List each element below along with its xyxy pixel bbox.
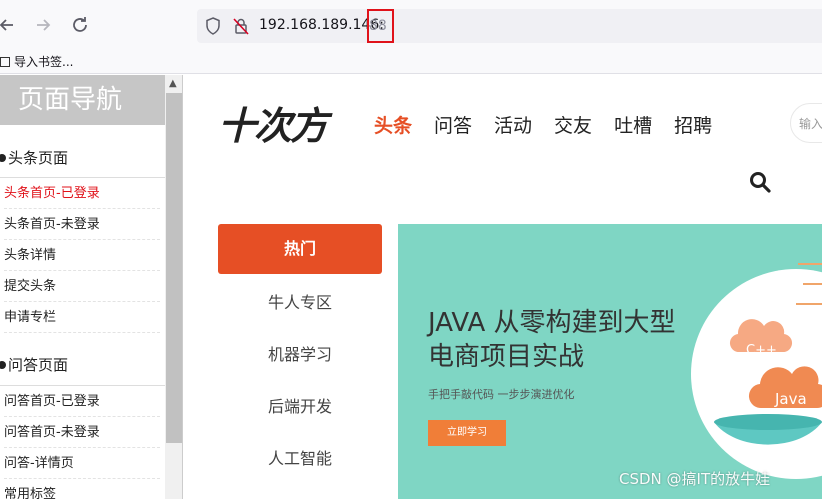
arrow-left-icon[interactable] [0,14,18,36]
bullet-icon [0,154,6,162]
main-nav-toutiao[interactable]: 头条 [374,111,412,138]
nav-link-toutiao-home-loggedin[interactable]: 头条首页-已登录 [4,178,160,209]
promo-banner[interactable]: JAVA 从零构建到大型 电商项目实战 手把手敲代码 一步步演进优化 立即学习 … [398,224,822,499]
nav-link-toutiao-submit[interactable]: 提交头条 [4,271,160,302]
nav-link-qa-home-guest[interactable]: 问答首页-未登录 [4,417,160,448]
banner-illustration: C++ Java [691,263,822,479]
nav-link-qa-detail[interactable]: 问答-详情页 [4,448,160,479]
nav-section-toutiao: 头条页面 [0,143,165,173]
nav-link-qa-home-loggedin[interactable]: 问答首页-已登录 [4,386,160,417]
search-input[interactable]: 输入 [790,103,822,143]
tag-cpp: C++ [746,343,777,358]
insecure-lock-icon[interactable] [233,17,249,35]
main-nav: 头条 问答 活动 交友 吐槽 招聘 [374,111,734,139]
logo-text: 十次方 [218,104,333,147]
nav-title: 页面导航 [0,75,165,125]
bookmarks-bar: 导入书签... [0,50,822,74]
nav-link-toutiao-detail[interactable]: 头条详情 [4,240,160,271]
category-backend[interactable]: 后端开发 [218,392,382,422]
search-icon[interactable] [749,171,771,193]
search-placeholder: 输入 [799,117,822,131]
browser-toolbar: 192.168.189.146: 88 [0,0,822,50]
shield-icon[interactable] [205,17,221,35]
category-hot[interactable]: 热门 [218,224,382,274]
url-port-highlight[interactable]: 88 [367,9,394,43]
nav-link-toutiao-column[interactable]: 申请专栏 [4,302,160,333]
import-icon [0,57,10,67]
main-nav-huodong[interactable]: 活动 [494,111,532,138]
main-nav-zhaopin[interactable]: 招聘 [674,111,712,138]
left-nav-frame: 页面导航 头条页面 头条首页-已登录 头条首页-未登录 头条详情 提交头条 申请… [0,75,183,499]
url-host[interactable]: 192.168.189.146: [259,17,384,33]
content-frame: 十次方 头条 问答 活动 交友 吐槽 招聘 输入 热门 牛人专区 机器学习 后端开发 人工… [184,75,822,499]
main-nav-jiaoyou[interactable]: 交友 [554,111,592,138]
scroll-up-icon[interactable]: ▲ [169,78,177,89]
scroll-thumb[interactable] [166,93,182,443]
nav-link-toutiao-home-guest[interactable]: 头条首页-未登录 [4,209,160,240]
nav-link-qa-tags[interactable]: 常用标签 [4,479,160,499]
learn-now-button[interactable]: 立即学习 [428,420,506,446]
url-bar[interactable]: 192.168.189.146: 88 [197,9,822,43]
site-logo[interactable]: 十次方 [218,99,358,147]
nav-section-label: 问答页面 [8,356,69,374]
banner-subtitle: 手把手敲代码 一步步演进优化 [428,388,575,401]
tag-java: Java [774,390,807,408]
left-nav-scrollbar[interactable]: ▲ [165,75,182,499]
bullet-icon [0,361,6,369]
main-nav-tucao[interactable]: 吐槽 [614,111,652,138]
reload-icon[interactable] [69,14,91,36]
bowl-rim [714,414,822,430]
category-ml[interactable]: 机器学习 [218,340,382,370]
category-niuren[interactable]: 牛人专区 [218,288,382,318]
csdn-watermark: CSDN @搞IT的放牛娃 [619,470,771,488]
arrow-right-icon[interactable] [32,14,54,36]
category-ai[interactable]: 人工智能 [218,444,382,474]
import-bookmarks-label: 导入书签... [14,55,74,69]
main-nav-wenda[interactable]: 问答 [434,111,472,138]
nav-section-qa: 问答页面 [0,350,165,380]
import-bookmarks-item[interactable]: 导入书签... [0,53,73,70]
nav-section-label: 头条页面 [8,149,69,167]
